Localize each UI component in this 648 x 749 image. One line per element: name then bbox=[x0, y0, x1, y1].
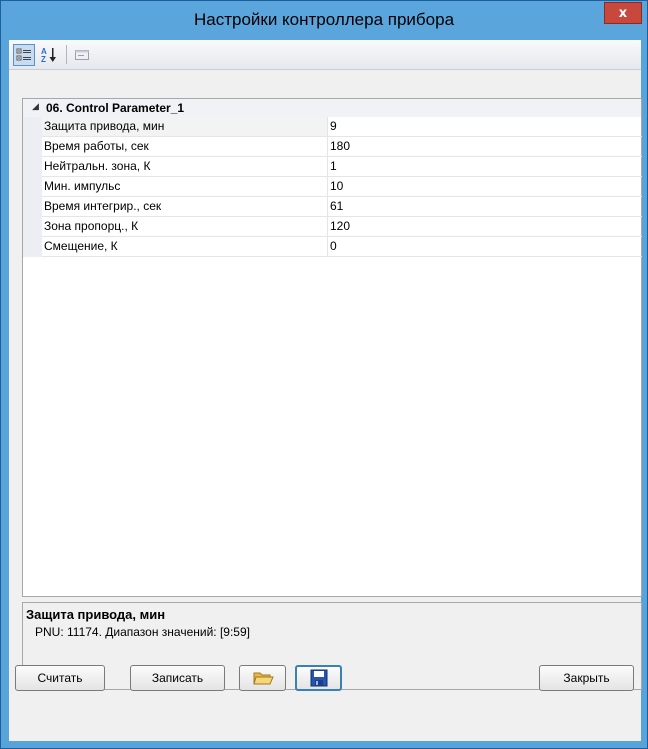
property-value[interactable]: 0 bbox=[327, 237, 642, 257]
property-value[interactable]: 10 bbox=[327, 177, 642, 197]
property-value[interactable]: 180 bbox=[327, 137, 642, 157]
description-text: PNU: 11174. Диапазон значений: [9:59] bbox=[35, 625, 250, 639]
alphabetical-sort-icon: A Z bbox=[41, 47, 56, 64]
property-name[interactable]: Время интегрир., сек bbox=[42, 197, 328, 217]
row-margin bbox=[23, 177, 42, 197]
property-pages-icon bbox=[75, 50, 89, 60]
folder-open-icon bbox=[252, 672, 274, 685]
property-value[interactable]: 1 bbox=[327, 157, 642, 177]
property-row[interactable]: Время интегрир., сек 61 bbox=[23, 197, 642, 217]
property-value[interactable]: 9 bbox=[327, 117, 642, 137]
svg-text:Z: Z bbox=[41, 55, 46, 64]
categorized-view-button[interactable] bbox=[13, 44, 35, 66]
read-button[interactable]: Считать bbox=[15, 665, 105, 691]
property-row[interactable]: Защита привода, мин 9 bbox=[23, 117, 642, 137]
property-grid-toolbar: A Z bbox=[9, 40, 641, 70]
close-button[interactable]: Закрыть bbox=[539, 665, 634, 691]
property-name[interactable]: Защита привода, мин bbox=[42, 117, 328, 137]
alphabetical-sort-button[interactable]: A Z bbox=[38, 44, 60, 66]
property-row[interactable]: Зона пропорц., К 120 bbox=[23, 217, 642, 237]
property-row[interactable]: Нейтральн. зона, К1 bbox=[23, 157, 642, 177]
open-file-button[interactable] bbox=[239, 665, 286, 691]
toolbar-separator bbox=[66, 45, 67, 64]
categorized-view-icon bbox=[16, 48, 31, 61]
save-file-button[interactable] bbox=[295, 665, 342, 691]
property-name[interactable]: Нейтральн. зона, К bbox=[42, 157, 328, 177]
category-row[interactable]: ◢ 06. Control Parameter_1 bbox=[23, 99, 641, 117]
floppy-save-icon bbox=[310, 669, 327, 687]
property-grid: ◢ 06. Control Parameter_1 Защита привода… bbox=[22, 98, 642, 597]
property-name[interactable]: Время работы, сек bbox=[42, 137, 328, 157]
write-button[interactable]: Записать bbox=[130, 665, 225, 691]
row-margin bbox=[23, 217, 42, 237]
collapse-expander-icon[interactable]: ◢ bbox=[32, 102, 39, 112]
close-window-button[interactable]: x bbox=[604, 2, 642, 24]
row-margin bbox=[23, 197, 42, 217]
description-title: Защита привода, мин bbox=[26, 607, 166, 622]
row-margin bbox=[23, 117, 42, 137]
property-row[interactable]: Смещение, К0 bbox=[23, 237, 642, 257]
category-label: 06. Control Parameter_1 bbox=[46, 101, 185, 115]
property-value[interactable]: 61 bbox=[327, 197, 642, 217]
row-margin bbox=[23, 237, 42, 257]
property-name[interactable]: Смещение, К bbox=[42, 237, 328, 257]
property-name[interactable]: Мин. импульс bbox=[42, 177, 328, 197]
property-name[interactable]: Зона пропорц., К bbox=[42, 217, 328, 237]
property-row[interactable]: Мин. импульс 10 bbox=[23, 177, 642, 197]
property-pages-button[interactable] bbox=[71, 44, 93, 66]
row-margin bbox=[23, 157, 42, 177]
property-value[interactable]: 120 bbox=[327, 217, 642, 237]
settings-window: Настройки контроллера прибора x A Z ◢ 06… bbox=[0, 0, 648, 749]
window-title: Настройки контроллера прибора bbox=[193, 10, 455, 29]
row-margin bbox=[23, 137, 42, 157]
property-row[interactable]: Время работы, сек 180 bbox=[23, 137, 642, 157]
title-bar[interactable]: Настройки контроллера прибора x bbox=[1, 1, 647, 40]
